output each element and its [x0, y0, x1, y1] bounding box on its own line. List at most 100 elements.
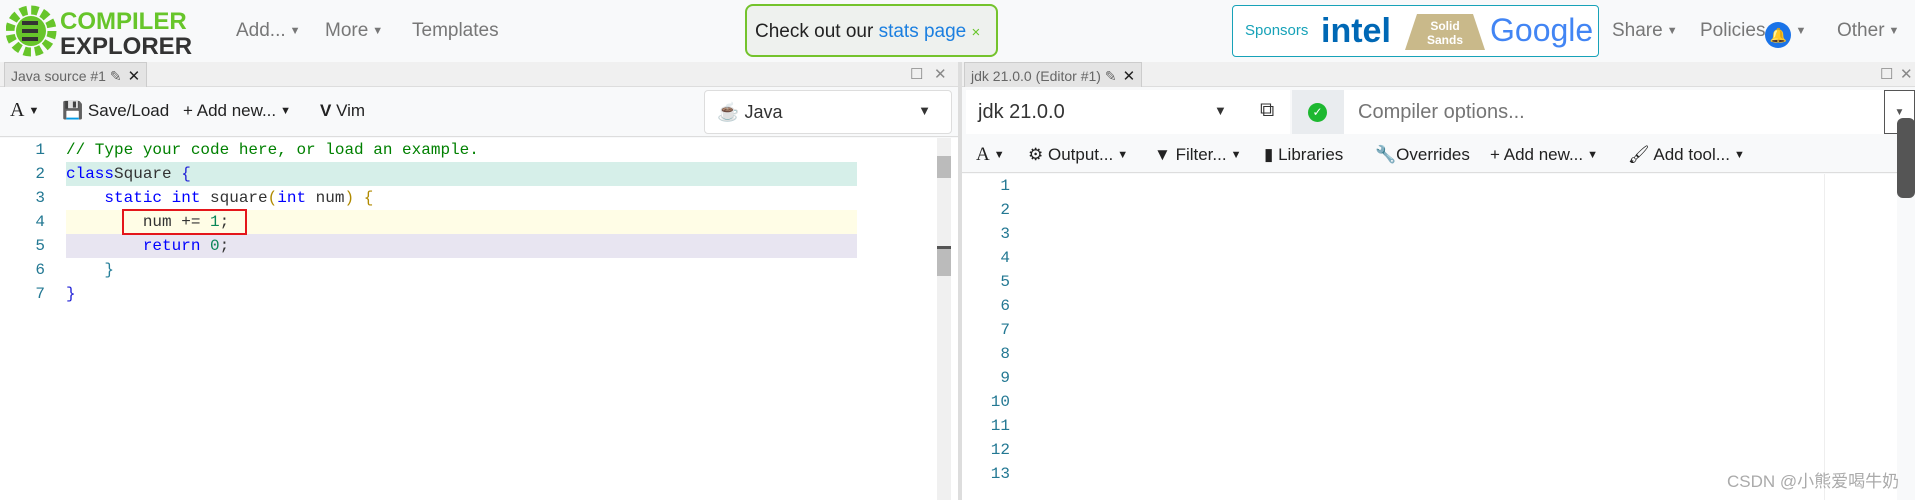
close-tab-icon[interactable]: ✕	[1123, 68, 1136, 85]
code-token: int	[277, 189, 307, 207]
maximize-icon[interactable]: ☐	[1880, 65, 1893, 83]
line-number: 7	[1000, 321, 1010, 339]
code-token: // Type your code here, or load an examp…	[66, 141, 479, 159]
code-line: static int square(int num) {	[66, 186, 857, 210]
line-number: 13	[990, 465, 1010, 483]
assembly-output[interactable]: 12345678910111213 class Square { Square(…	[962, 174, 1897, 500]
overrides-button[interactable]: 🔧Overrides	[1375, 145, 1470, 165]
code-token: 0	[210, 237, 220, 255]
compiler-toolbar: A ▼ ⚙ Output... ▼ ▼ Filter... ▼ ▮ Libraries…	[962, 137, 1897, 173]
line-number: 6	[1000, 297, 1010, 315]
side-scroll-handle[interactable]	[1897, 118, 1915, 198]
bell-icon: 🔔	[1765, 22, 1792, 48]
popout-icon[interactable]: ⧉	[1260, 99, 1274, 122]
vim-button[interactable]: V Vim	[320, 101, 365, 121]
line-number: 3	[1000, 225, 1010, 243]
line-number: 10	[990, 393, 1010, 411]
share-menu[interactable]: Share ▼	[1612, 20, 1678, 42]
code-line: }	[66, 258, 857, 282]
solid-sands-logo: Solid Sands	[1405, 14, 1485, 50]
language-select[interactable]: ☕ Java ▼	[704, 90, 952, 134]
tab-compiler[interactable]: jdk 21.0.0 (Editor #1) ✎ ✕	[964, 62, 1143, 87]
sponsors-box[interactable]: Sponsors intel Solid Sands Google	[1232, 5, 1599, 57]
source-toolbar: A ▼ 💾 Save/Load + Add new... ▼ V Vim ☕ Jav…	[0, 87, 958, 137]
code-token: return	[142, 237, 201, 255]
highlight-box	[122, 209, 247, 235]
line-number: 7	[35, 285, 45, 303]
line-number: 6	[35, 261, 45, 279]
check-icon: ✓	[1308, 103, 1327, 122]
source-tabbar: Java source #1 ✎ ✕ ☐ ✕	[0, 62, 958, 87]
compiler-options-input[interactable]	[1344, 90, 1884, 134]
filter-icon: ▼	[1154, 145, 1171, 164]
more-menu[interactable]: More ▼	[325, 20, 383, 42]
vim-icon: V	[320, 101, 332, 120]
line-number: 2	[1000, 201, 1010, 219]
banner-text: Check out our	[755, 21, 879, 42]
maximize-icon[interactable]: ☐	[910, 65, 923, 83]
close-pane-icon[interactable]: ✕	[934, 65, 947, 83]
filter-button[interactable]: ▼ Filter... ▼	[1154, 145, 1241, 165]
libraries-button[interactable]: ▮ Libraries	[1264, 145, 1343, 165]
minimap[interactable]	[860, 138, 936, 500]
compiler-select[interactable]: jdk 21.0.0 ▼ ⧉	[966, 90, 1290, 134]
save-icon: 💾	[62, 101, 84, 120]
code-line: return 0;	[66, 234, 857, 258]
wrench-icon: 🔧	[1375, 145, 1397, 164]
add-menu[interactable]: Add... ▼	[236, 20, 301, 42]
code-line: // Type your code here, or load an examp…	[66, 138, 857, 162]
plus-icon: +	[1490, 145, 1500, 164]
line-number: 8	[1000, 345, 1010, 363]
scrollbar[interactable]	[937, 138, 951, 500]
java-icon: ☕	[717, 102, 740, 122]
watermark: CSDN @小熊爱喝牛奶	[1727, 472, 1900, 491]
code-token: }	[66, 285, 76, 303]
code-token: {	[363, 189, 374, 207]
google-logo: Google	[1490, 12, 1594, 48]
code-token: (	[267, 189, 278, 207]
top-navbar: COMPILER EXPLORER Add... ▼ More ▼ Template…	[0, 0, 1915, 62]
sponsors-label: Sponsors	[1245, 22, 1309, 39]
compiler-tabbar: jdk 21.0.0 (Editor #1) ✎ ✕ ☐ ✕	[962, 62, 1915, 87]
add-tool-button[interactable]: 🖌 Add tool... ▼	[1628, 145, 1745, 165]
compile-status[interactable]: ✓	[1292, 90, 1344, 134]
source-editor[interactable]: 1 2 3 4 5 6 7 // Type your code here, or load …	[0, 138, 958, 500]
other-menu[interactable]: Other ▼	[1837, 20, 1899, 42]
line-number: 5	[1000, 273, 1010, 291]
code-line: }	[66, 282, 857, 306]
brush-icon: 🖌	[1628, 145, 1650, 164]
code-token: static int	[104, 189, 201, 207]
code-token: )	[344, 189, 355, 207]
banner-close-button[interactable]: ×	[972, 24, 981, 41]
save-load-button[interactable]: 💾 Save/Load	[62, 101, 169, 121]
font-size-button[interactable]: A ▼	[10, 99, 39, 122]
compiler-explorer-logo[interactable]: COMPILER EXPLORER	[6, 4, 206, 58]
close-pane-icon[interactable]: ✕	[1900, 65, 1913, 83]
font-size-button[interactable]: A ▼	[976, 144, 1005, 166]
output-button[interactable]: ⚙ Output... ▼	[1028, 145, 1128, 165]
code-token: ;	[219, 237, 230, 255]
pencil-icon[interactable]: ✎	[110, 68, 122, 84]
code-line: classSquare {	[66, 162, 857, 186]
tab-java-source[interactable]: Java source #1 ✎ ✕	[4, 62, 148, 87]
stats-banner: Check out our stats page ×	[745, 4, 998, 57]
add-new-button[interactable]: + Add new... ▼	[183, 101, 291, 121]
book-icon: ▮	[1264, 145, 1274, 164]
code-token: square	[200, 189, 268, 207]
code-token: Square	[114, 165, 182, 183]
line-number: 5	[35, 237, 45, 255]
pencil-icon[interactable]: ✎	[1105, 68, 1117, 84]
stats-page-link[interactable]: stats page	[879, 21, 967, 42]
line-number: 4	[1000, 249, 1010, 267]
close-tab-icon[interactable]: ✕	[128, 68, 141, 85]
policies-menu[interactable]: Policies 🔔 ▼	[1700, 20, 1806, 48]
add-new-button[interactable]: + Add new... ▼	[1490, 145, 1598, 165]
templates-link[interactable]: Templates	[412, 20, 499, 42]
line-number: 9	[1000, 369, 1010, 387]
line-number: 11	[990, 417, 1010, 435]
minimap[interactable]	[1824, 174, 1897, 500]
